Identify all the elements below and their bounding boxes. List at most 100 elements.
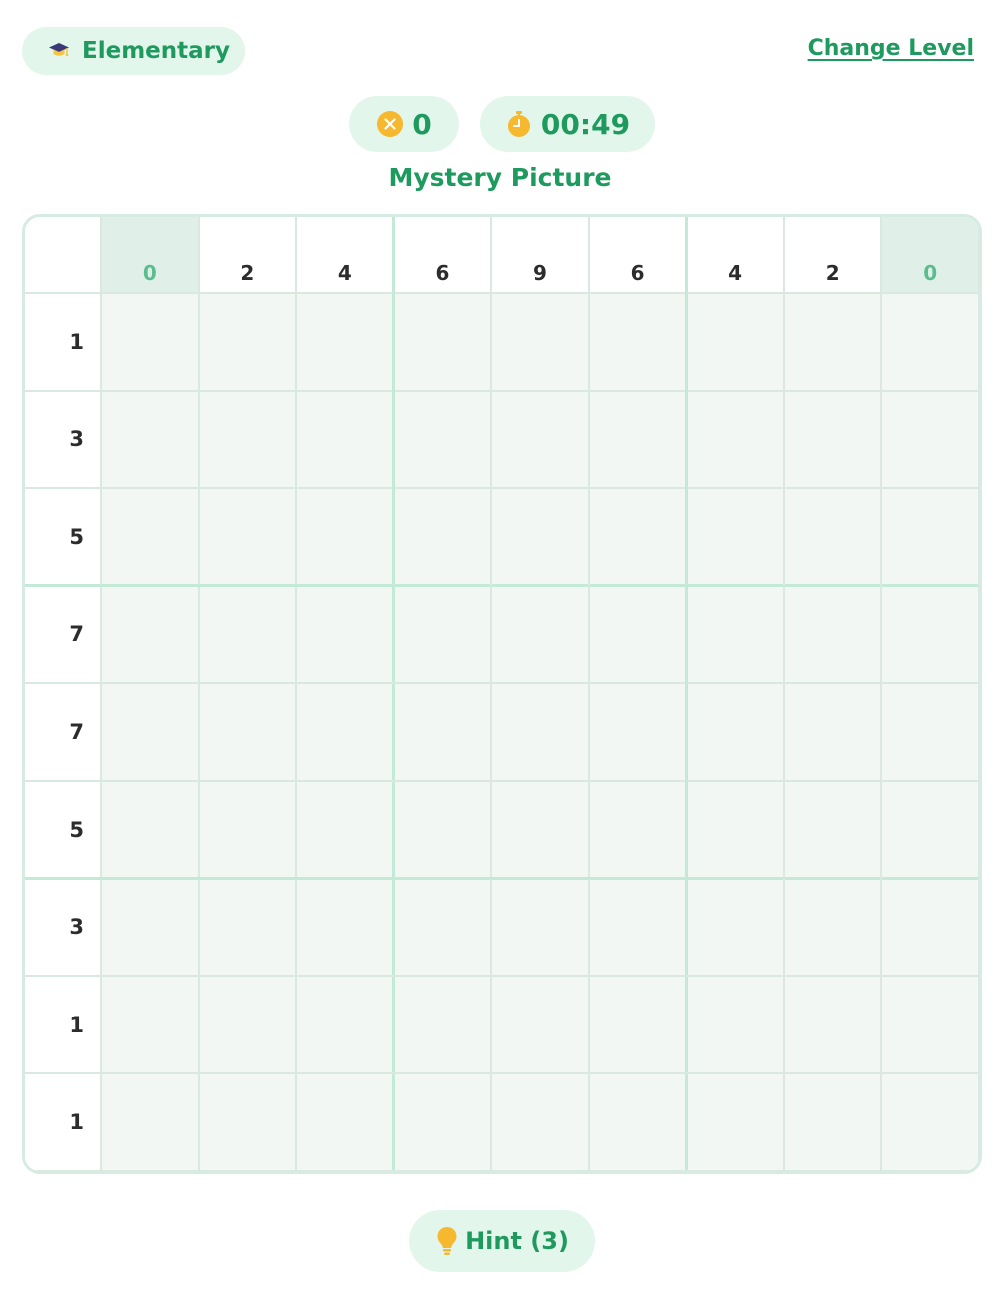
grid-cell[interactable] [588, 780, 687, 879]
grid-cell[interactable] [491, 780, 589, 879]
grid-cell[interactable] [686, 488, 784, 586]
grid-cell[interactable] [686, 780, 784, 879]
grid-cell[interactable] [783, 488, 882, 586]
grid-cell[interactable] [881, 975, 979, 1074]
grid-cell[interactable] [198, 780, 297, 879]
row-clue: 1 [25, 1073, 101, 1171]
change-level-link[interactable]: Change Level [808, 36, 974, 61]
grid-cell[interactable] [198, 1073, 297, 1171]
grid-cell[interactable] [588, 293, 687, 391]
grid-cell[interactable] [881, 488, 979, 586]
grid-cell[interactable] [101, 390, 199, 489]
grid-cell[interactable] [296, 975, 394, 1074]
grid-divider [25, 1072, 979, 1075]
column-clue: 0 [101, 217, 199, 293]
grid-cell[interactable] [491, 488, 589, 586]
grid-cell[interactable] [588, 488, 687, 586]
grid-cell[interactable] [198, 390, 297, 489]
grid-cell[interactable] [198, 975, 297, 1074]
grid-cell[interactable] [783, 1073, 882, 1171]
hint-button[interactable]: Hint (3) [409, 1210, 595, 1272]
grid-cell[interactable] [686, 585, 784, 684]
grid-cell[interactable] [296, 683, 394, 781]
column-clue: 9 [491, 217, 589, 293]
row-clue: 5 [25, 488, 101, 586]
grid-cell[interactable] [881, 585, 979, 684]
grid-cell[interactable] [491, 878, 589, 976]
grid-cell[interactable] [198, 878, 297, 976]
grid-cell[interactable] [101, 585, 199, 684]
column-clue: 0 [881, 217, 979, 293]
grid-cell[interactable] [783, 683, 882, 781]
row-clue: 5 [25, 780, 101, 879]
grid-cell[interactable] [393, 975, 492, 1074]
grid-cell[interactable] [881, 293, 979, 391]
grid-cell[interactable] [491, 975, 589, 1074]
grid-cell[interactable] [783, 390, 882, 489]
grid-cell[interactable] [296, 585, 394, 684]
grid-cell[interactable] [491, 1073, 589, 1171]
grid-cell[interactable] [686, 975, 784, 1074]
grid-cell[interactable] [686, 683, 784, 781]
grid-cell[interactable] [783, 975, 882, 1074]
grid-cell[interactable] [296, 780, 394, 879]
grid-cell[interactable] [588, 1073, 687, 1171]
grid-cell[interactable] [198, 585, 297, 684]
grid-cell[interactable] [101, 488, 199, 586]
grid-cell[interactable] [881, 780, 979, 879]
grid-cell[interactable] [881, 683, 979, 781]
grid-cell[interactable] [686, 390, 784, 489]
grid-cell[interactable] [393, 878, 492, 976]
grid-cell[interactable] [296, 878, 394, 976]
grid-cell[interactable] [101, 683, 199, 781]
grid-cell[interactable] [783, 585, 882, 684]
stopwatch-icon [507, 111, 530, 137]
grid-cell[interactable] [198, 293, 297, 391]
level-badge[interactable]: Elementary [22, 27, 245, 75]
grid-cell[interactable] [491, 585, 589, 684]
grid-cell[interactable] [296, 1073, 394, 1171]
grid-divider [25, 876, 979, 880]
grid-cell[interactable] [881, 390, 979, 489]
grid-cell[interactable] [296, 293, 394, 391]
column-clue: 2 [198, 217, 297, 293]
grid-cell[interactable] [881, 1073, 979, 1171]
grid-cell[interactable] [393, 780, 492, 879]
grid-cell[interactable] [783, 780, 882, 879]
grid-cell[interactable] [491, 683, 589, 781]
grid-cell[interactable] [881, 878, 979, 976]
grid-cell[interactable] [393, 293, 492, 391]
grid-divider [490, 217, 493, 1171]
grid-cell[interactable] [686, 293, 784, 391]
grid-cell[interactable] [588, 878, 687, 976]
grid-cell[interactable] [588, 390, 687, 489]
grid-cell[interactable] [393, 488, 492, 586]
grid-cell[interactable] [101, 1073, 199, 1171]
grid-divider [782, 217, 785, 1171]
grid-cell[interactable] [783, 878, 882, 976]
grid-cell[interactable] [588, 683, 687, 781]
grid-cell[interactable] [491, 390, 589, 489]
grid-cell[interactable] [101, 878, 199, 976]
grid-cell[interactable] [393, 683, 492, 781]
grid-cell[interactable] [296, 488, 394, 586]
grid-cell[interactable] [588, 585, 687, 684]
grid-cell[interactable] [198, 683, 297, 781]
grid-cell[interactable] [686, 1073, 784, 1171]
grid-cell[interactable] [588, 975, 687, 1074]
row-clue: 1 [25, 293, 101, 391]
grid-cell[interactable] [393, 585, 492, 684]
grid-cell[interactable] [101, 975, 199, 1074]
grid-cell[interactable] [296, 390, 394, 489]
grid-cell[interactable] [393, 390, 492, 489]
grid-cell[interactable] [101, 780, 199, 879]
grid-cell[interactable] [393, 1073, 492, 1171]
board-corner [25, 217, 101, 293]
grid-cell[interactable] [686, 878, 784, 976]
grid-cell[interactable] [783, 293, 882, 391]
grid-divider [587, 217, 590, 1171]
grid-cell[interactable] [101, 293, 199, 391]
column-clue: 4 [686, 217, 784, 293]
grid-cell[interactable] [491, 293, 589, 391]
grid-cell[interactable] [198, 488, 297, 586]
